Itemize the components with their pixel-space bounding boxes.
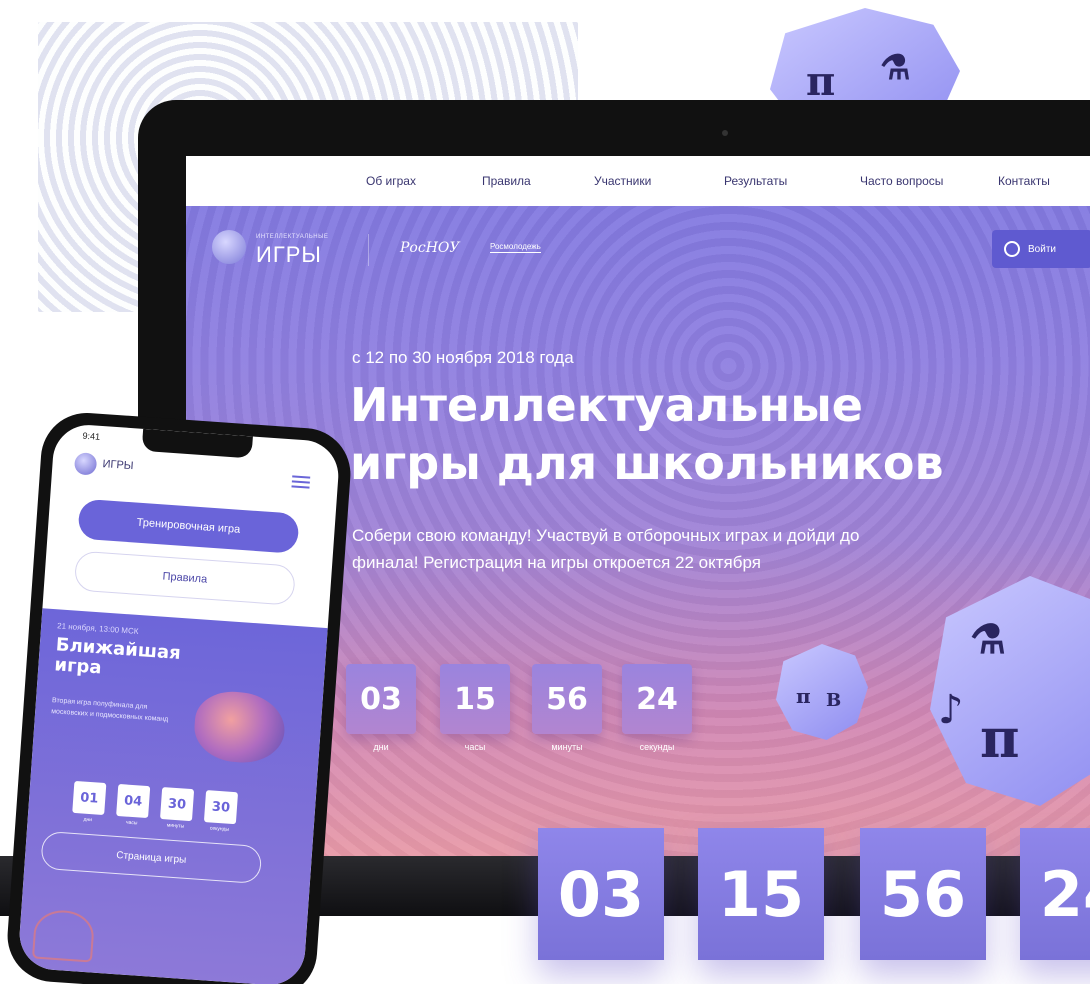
webcam — [722, 130, 728, 136]
phone-logo-text[interactable]: ИГРЫ — [102, 458, 134, 472]
partner-logo-rosmolodezh[interactable]: Росмолодежь — [490, 242, 541, 253]
nav-results[interactable]: Результаты — [724, 174, 787, 188]
headline-line-2: игры для школьников — [350, 436, 944, 490]
mockup-stage: π ⚗ Об играх Правила Участники Результат… — [0, 0, 1090, 984]
countdown-minutes-label: минуты — [551, 742, 583, 752]
phone-logo-icon[interactable] — [73, 452, 98, 476]
brand-divider — [368, 234, 369, 266]
hero-headline: Интеллектуальные игры для школьников — [350, 376, 990, 492]
countdown-seconds-value: 24 — [622, 664, 692, 734]
phone-countdown-minutes-label: минуты — [166, 822, 185, 830]
countdown-hours-label: часы — [464, 742, 486, 752]
logo-dice-icon[interactable] — [212, 230, 246, 264]
phone-countdown-seconds-label: секунды — [209, 825, 230, 833]
brand-row: ИНТЕЛЛЕКТУАЛЬНЫЕ ИГРЫ РосНОУ Росмолодежь… — [186, 206, 1090, 286]
big-countdown-1: 03 — [538, 828, 664, 960]
countdown-days-value: 03 — [346, 664, 416, 734]
phone-countdown-hours-label: часы — [125, 819, 138, 827]
hero-description: Собери свою команду! Участвуй в отборочн… — [352, 526, 860, 572]
phone-screen: 9:41 ИГРЫ Тренировочная игра Правила 21 … — [17, 422, 341, 984]
big-countdown-3: 56 — [860, 828, 986, 960]
phone-countdown-days-value: 01 — [72, 780, 107, 816]
partner-logo-rosnou[interactable]: РосНОУ — [400, 240, 460, 256]
nav-participants[interactable]: Участники — [594, 174, 651, 188]
event-dates: с 12 по 30 ноября 2018 года — [352, 348, 574, 367]
countdown-days-label: дни — [373, 742, 389, 752]
phone-countdown-days-label: дни — [83, 816, 93, 824]
next-game-title: Ближайшая игра — [53, 634, 182, 679]
nav-about[interactable]: Об играх — [366, 174, 416, 188]
countdown-seconds: 24 секунды — [622, 664, 692, 752]
phone-countdown-minutes-value: 30 — [160, 787, 195, 822]
phone-countdown-seconds-value: 30 — [203, 790, 239, 825]
big-countdown-4: 24 — [1020, 828, 1090, 960]
countdown-hours: 15 часы — [440, 664, 510, 752]
game-page-button[interactable]: Страница игры — [40, 830, 263, 885]
brain-image — [192, 689, 287, 766]
training-game-button[interactable]: Тренировочная игра — [77, 498, 300, 554]
nav-faq[interactable]: Часто вопросы — [860, 174, 943, 188]
phone-notch — [141, 428, 253, 459]
logo-text[interactable]: ИГРЫ — [256, 242, 322, 268]
phone-time: 9:41 — [82, 430, 101, 442]
user-icon — [1004, 241, 1020, 257]
logo-caption: ИНТЕЛЛЕКТУАЛЬНЫЕ — [256, 234, 329, 240]
top-navigation: Об играх Правила Участники Результаты Ча… — [186, 156, 1090, 206]
countdown-hours-value: 15 — [440, 664, 510, 734]
countdown-minutes-value: 56 — [532, 664, 602, 734]
nav-rules[interactable]: Правила — [482, 174, 531, 188]
people-illustration — [31, 908, 96, 963]
next-game-subtitle: Вторая игра полуфинала для московских и … — [50, 697, 169, 724]
dice-small-icon: π B — [776, 644, 868, 740]
phone-countdown-seconds: 30 секунды — [203, 790, 239, 833]
phone-frame: 9:41 ИГРЫ Тренировочная игра Правила 21 … — [4, 409, 354, 984]
next-game-date: 21 ноября, 13:00 МСК — [56, 621, 139, 636]
rules-button[interactable]: Правила — [73, 550, 296, 606]
login-button[interactable]: Войти — [992, 230, 1090, 268]
phone-countdown-minutes: 30 минуты — [159, 787, 195, 830]
countdown-days: 03 дни — [346, 664, 416, 752]
login-label: Войти — [1028, 243, 1056, 255]
big-countdown-2: 15 — [698, 828, 824, 960]
countdown-minutes: 56 минуты — [532, 664, 602, 752]
headline-line-1: Интеллектуальные — [350, 378, 863, 432]
phone-countdown-days: 01 дни — [72, 780, 107, 824]
next-game-panel: 21 ноября, 13:00 МСК Ближайшая игра Втор… — [17, 608, 328, 984]
nav-contacts[interactable]: Контакты — [998, 174, 1050, 188]
countdown-seconds-label: секунды — [639, 742, 675, 752]
phone-countdown-hours-value: 04 — [116, 783, 151, 819]
phone-countdown-hours: 04 часы — [115, 783, 151, 827]
dice-large-icon: ⚗ π ♪ — [930, 576, 1090, 806]
hamburger-menu-icon[interactable] — [291, 475, 311, 489]
